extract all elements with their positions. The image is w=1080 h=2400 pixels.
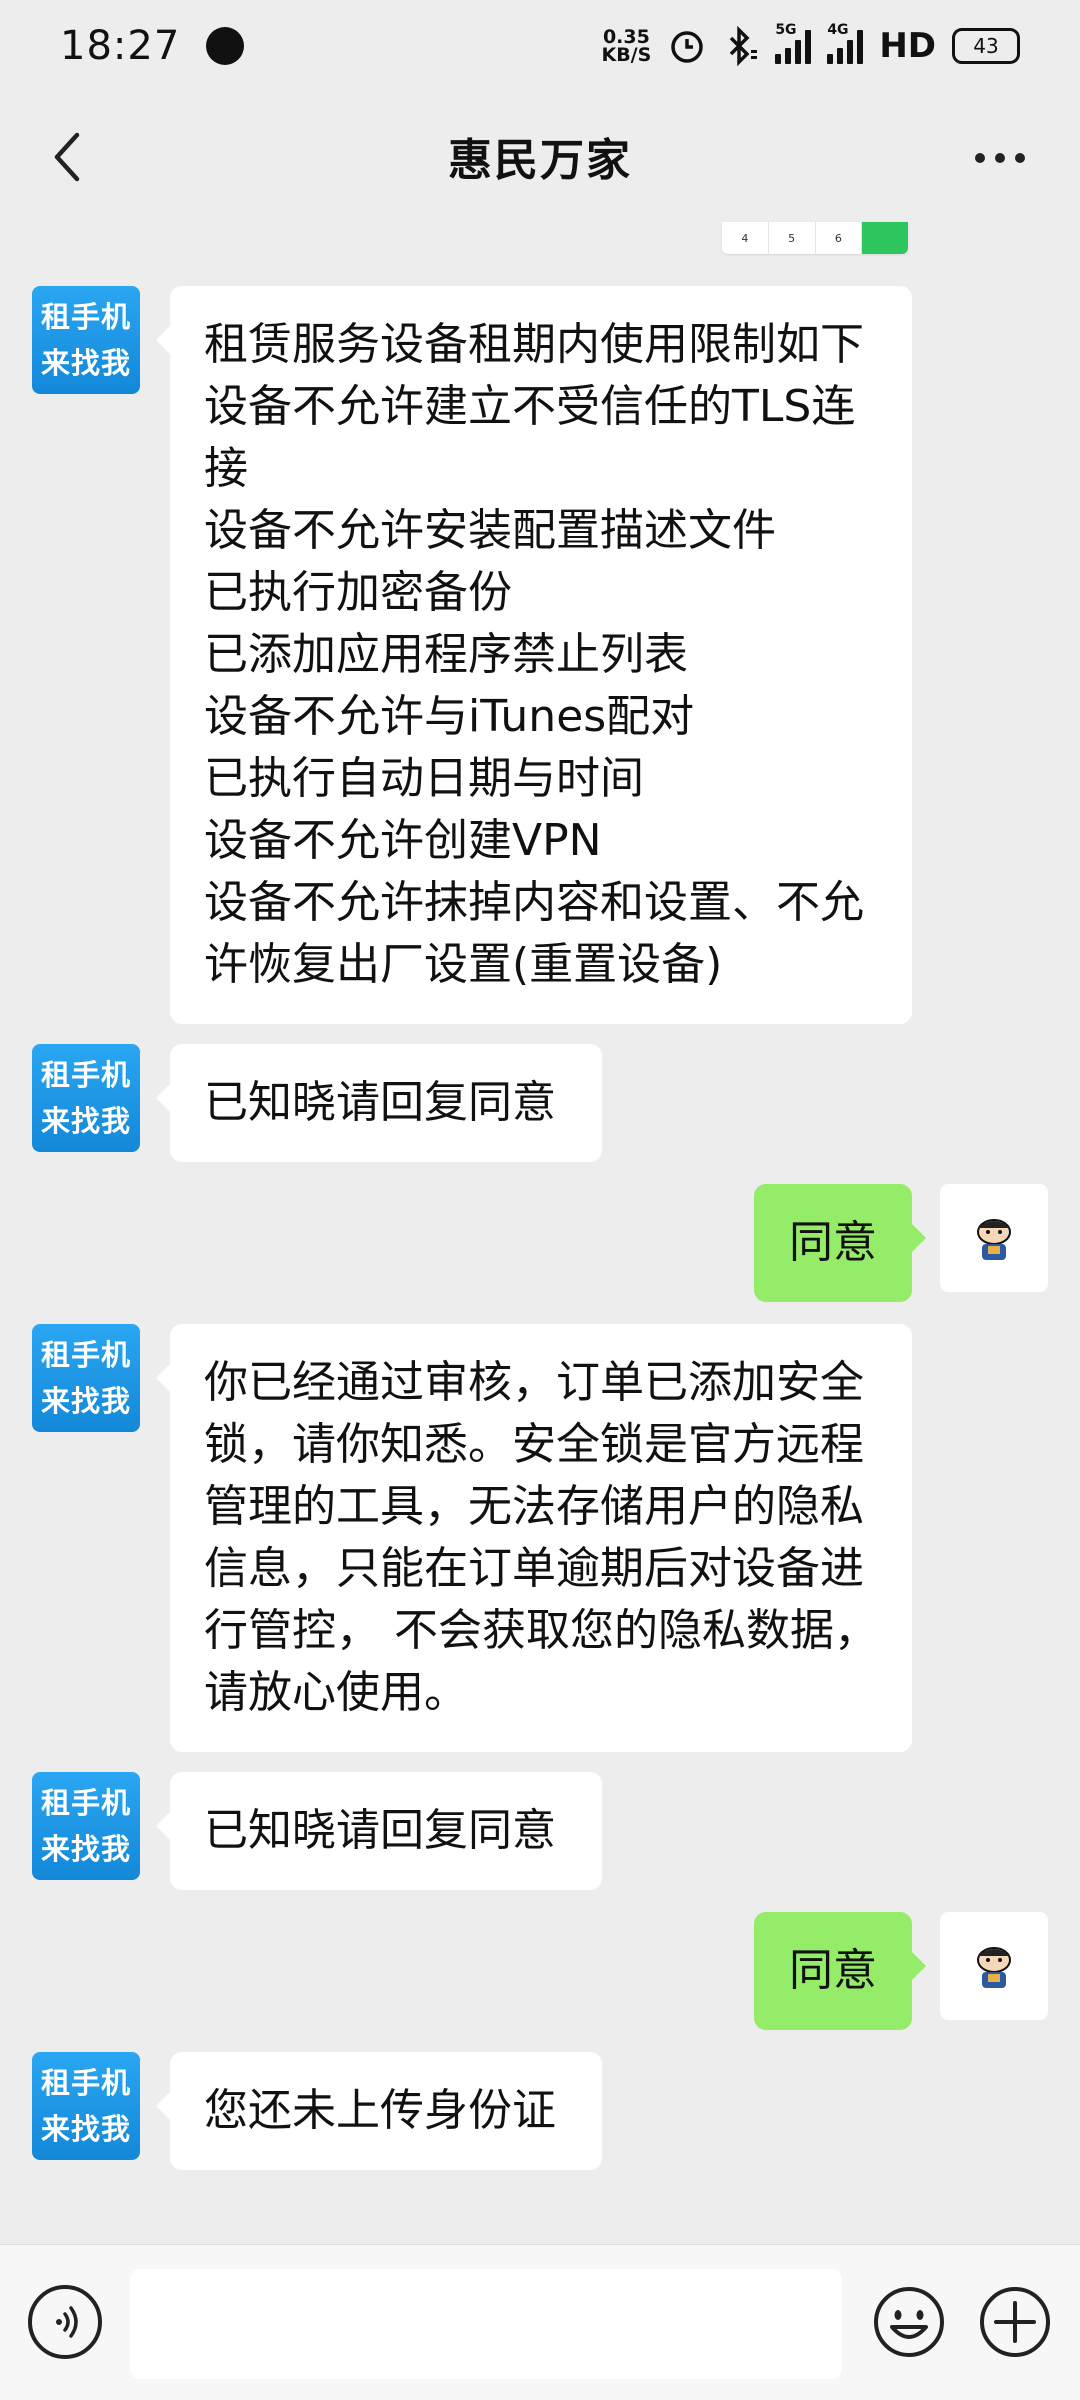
- status-time: 18:27: [60, 23, 181, 69]
- network-speed-unit: KB/S: [601, 44, 652, 66]
- bot-avatar[interactable]: 租手机 来找我: [32, 1324, 140, 1432]
- signal-5g-icon: 5G: [775, 22, 812, 64]
- alarm-icon: [671, 31, 704, 63]
- signal-5g-label: 5G: [775, 22, 797, 38]
- voice-icon: [56, 2306, 78, 2338]
- avatar-text: 租手机: [40, 1058, 131, 1092]
- message-bubble[interactable]: 你已经通过审核，订单已添加安全锁，请你知悉。安全锁是官方远程管理的工具，无法存储…: [156, 1324, 912, 1752]
- battery-icon: 43: [952, 28, 1020, 64]
- bot-avatar[interactable]: 租手机 来找我: [32, 1044, 140, 1152]
- more-functions-button[interactable]: [978, 2285, 1052, 2359]
- image-cell: 4: [722, 222, 769, 254]
- chevron-left-icon: [54, 132, 80, 182]
- status-bar: 18:27 0.35 KB/S 5G 4G HD 43: [0, 0, 1080, 92]
- dot: [975, 153, 985, 163]
- bot-avatar[interactable]: 租手机 来找我: [32, 1772, 140, 1880]
- network-speed: 0.35 KB/S: [601, 28, 652, 66]
- avatar-text: 来找我: [40, 2112, 131, 2146]
- status-icons: 0.35 KB/S 5G 4G HD 43: [601, 22, 1020, 66]
- cartoon-avatar-icon: [977, 1219, 1011, 1260]
- avatar-text: 租手机: [40, 1338, 131, 1372]
- avatar-text: 租手机: [40, 1786, 131, 1820]
- signal-4g-icon: 4G: [827, 22, 864, 64]
- avatar-text: 来找我: [40, 346, 131, 380]
- message-bubble[interactable]: 租赁服务设备租期内使用限制如下 设备不允许建立不受信任的TLS连接 设备不允许安…: [156, 286, 912, 1024]
- image-cell: 6: [816, 222, 863, 254]
- hd-label: HD: [879, 26, 936, 66]
- user-avatar[interactable]: [940, 1912, 1048, 2020]
- notification-bubble-icon: [206, 27, 245, 65]
- dot: [995, 153, 1005, 163]
- bot-avatar[interactable]: 租手机 来找我: [32, 286, 140, 394]
- input-bar: [0, 2244, 1080, 2400]
- signal-4g-label: 4G: [827, 22, 849, 38]
- avatar-text: 来找我: [40, 1104, 131, 1138]
- battery-level: 43: [973, 34, 999, 58]
- emoji-icon: [874, 2287, 944, 2357]
- voice-input-button[interactable]: [28, 2285, 102, 2359]
- dot: [1015, 153, 1025, 163]
- chat-header: 惠民万家: [0, 92, 1080, 220]
- my-message-bubble[interactable]: 同意: [754, 1912, 926, 2030]
- bot-avatar[interactable]: 租手机 来找我: [32, 2052, 140, 2160]
- bluetooth-icon: [730, 26, 758, 66]
- message-input[interactable]: [130, 2269, 842, 2379]
- chat-title: 惠民万家: [448, 135, 632, 186]
- user-avatar[interactable]: [940, 1184, 1048, 1292]
- back-button[interactable]: [36, 122, 96, 192]
- partial-image-message[interactable]: 4 5 6: [722, 222, 908, 254]
- image-cell-green: [862, 222, 908, 254]
- my-message-bubble[interactable]: 同意: [754, 1184, 926, 1302]
- message-bubble[interactable]: 您还未上传身份证: [156, 2052, 602, 2170]
- avatar-text: 来找我: [40, 1832, 131, 1866]
- message-bubble[interactable]: 已知晓请回复同意: [156, 1772, 602, 1890]
- plus-icon: [980, 2287, 1050, 2357]
- avatar-text: 租手机: [40, 2066, 131, 2100]
- avatar-text: 租手机: [40, 300, 131, 334]
- cartoon-avatar-icon: [977, 1947, 1011, 1988]
- more-options-button[interactable]: [960, 128, 1040, 188]
- avatar-text: 来找我: [40, 1384, 131, 1418]
- emoji-button[interactable]: [872, 2285, 946, 2359]
- message-bubble[interactable]: 已知晓请回复同意: [156, 1044, 602, 1162]
- image-cell: 5: [769, 222, 816, 254]
